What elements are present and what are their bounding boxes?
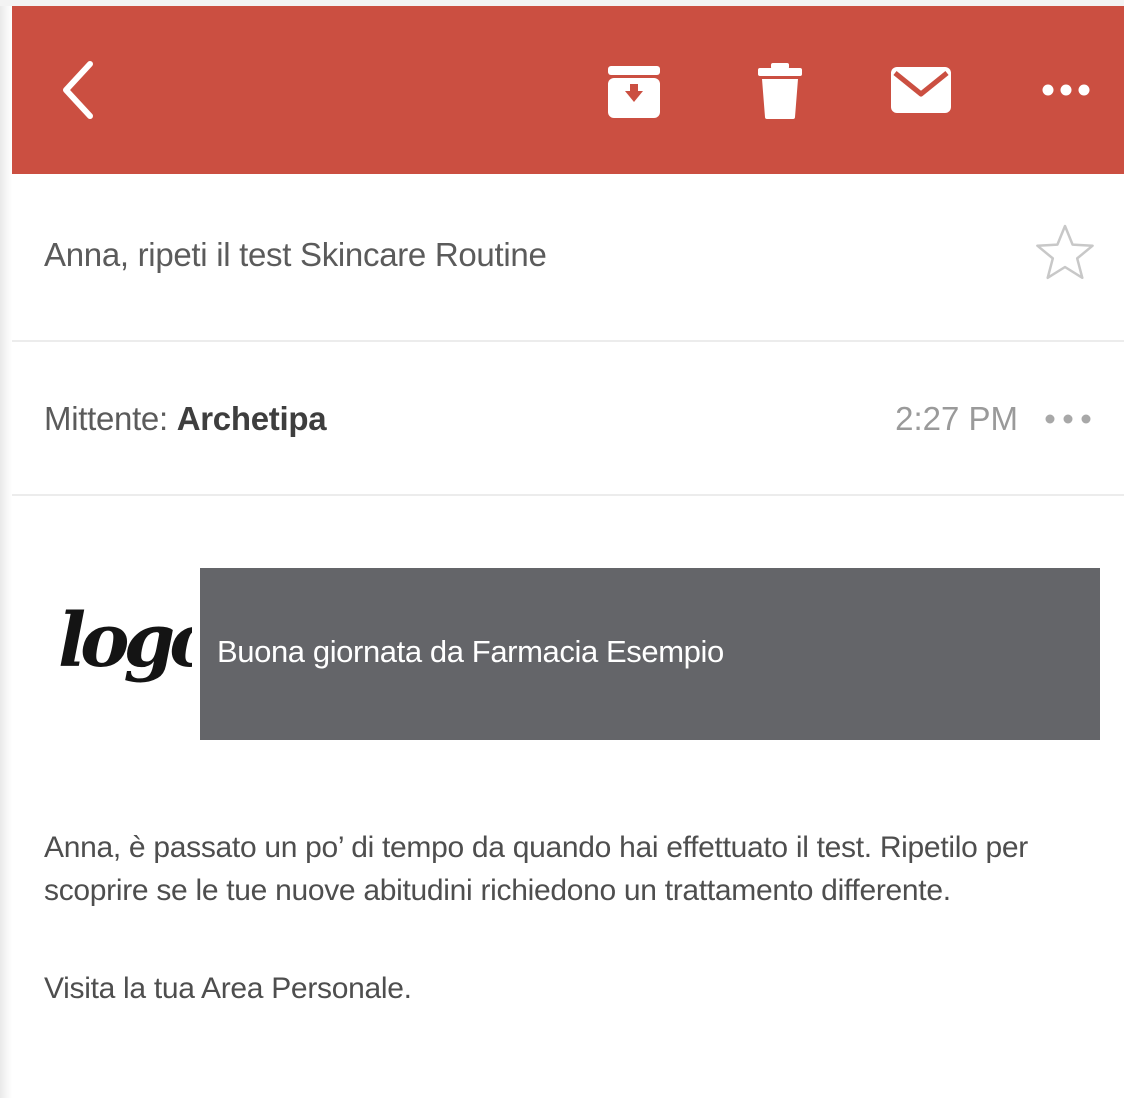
- mark-unread-button[interactable]: [888, 64, 954, 116]
- archive-icon: [608, 66, 660, 118]
- sender-name: Archetipa: [176, 400, 327, 437]
- archive-button[interactable]: [604, 62, 664, 122]
- message-time: 2:27 PM: [895, 400, 1018, 437]
- left-edge-shadow: [0, 0, 12, 1098]
- email-subject: Anna, ripeti il test Skincare Routine: [44, 236, 547, 273]
- sender-more-button[interactable]: [1044, 412, 1092, 426]
- email-view: Anna, ripeti il test Skincare Routine Mi…: [0, 0, 1124, 1098]
- header-banner: Buona giornata da Farmacia Esempio: [200, 568, 1100, 740]
- toolbar: [12, 6, 1124, 174]
- logo-text: logo: [58, 598, 192, 684]
- more-button[interactable]: [1036, 76, 1096, 104]
- back-button[interactable]: [52, 58, 104, 122]
- visit-personal-area-line: Visita la tua Area Personale.: [44, 972, 412, 1005]
- email-body-paragraph: Anna, è passato un po’ di tempo da quand…: [44, 831, 1028, 907]
- envelope-icon: [891, 67, 951, 113]
- banner-text: Buona giornata da Farmacia Esempio: [217, 634, 724, 669]
- sender-line: Mittente: Archetipa: [44, 400, 327, 438]
- more-horizontal-icon: [1042, 84, 1090, 96]
- star-outline-icon: [1036, 224, 1094, 280]
- trash-icon: [758, 63, 802, 119]
- delete-button[interactable]: [752, 60, 808, 122]
- more-horizontal-icon: [1045, 414, 1091, 424]
- star-button[interactable]: [1034, 222, 1096, 284]
- sender-label: Mittente:: [44, 400, 177, 437]
- chevron-left-icon: [63, 61, 93, 119]
- sender-row: Mittente: Archetipa 2:27 PM: [12, 342, 1124, 496]
- subject-row: Anna, ripeti il test Skincare Routine: [12, 174, 1124, 342]
- brand-logo: logo: [56, 588, 222, 718]
